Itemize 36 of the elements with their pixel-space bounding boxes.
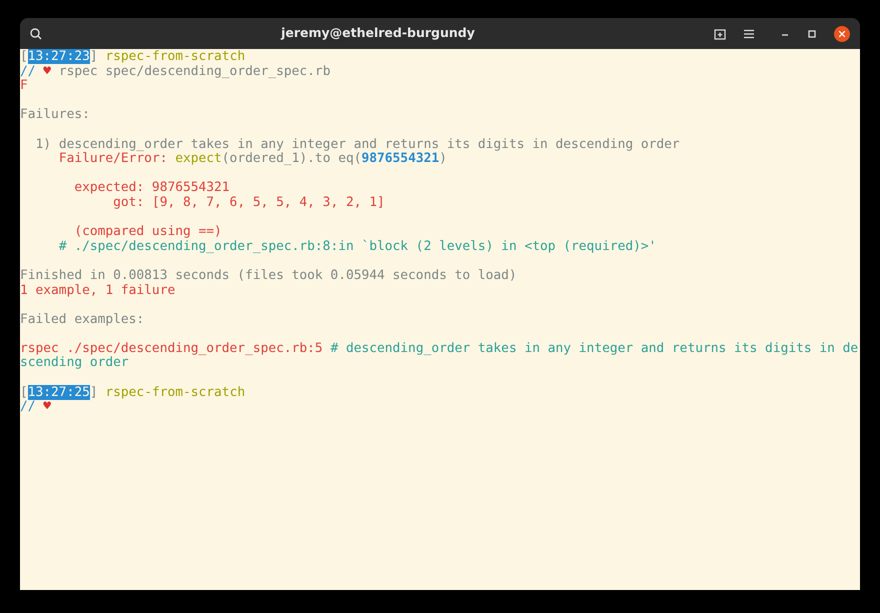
prompt-bracket: ] (90, 49, 99, 64)
output-text: 1) descending_order takes in any integer and returns its digits in descending order (34, 136, 680, 152)
prompt-slashes: // (20, 399, 37, 414)
error-text: F (20, 78, 28, 94)
prompt-bracket: ] (90, 384, 99, 400)
error-text: got: [9, 8, 7, 6, 5, 5, 4, 3, 2, 1] (112, 194, 385, 210)
output-text: Failed examples: (20, 312, 144, 327)
error-text: Failure/Error: (58, 151, 168, 166)
prompt-text: rspec-from-scratch (105, 49, 246, 64)
output-text: Finished in 0.00813 seconds (files took 0.05944 seconds to load) (20, 268, 517, 283)
maximize-icon[interactable] (807, 28, 817, 38)
menu-icon[interactable] (743, 28, 755, 38)
comment-text: # ./spec/descending_order_spec.rb:8:in `block (2 levels) in <top (required)>' (58, 238, 656, 254)
prompt-time: 13:27:23 (28, 49, 90, 64)
number-text: 9876554321 (362, 151, 440, 166)
heart-glyph: ♥ (43, 399, 52, 414)
failed-example-command: rspec ./spec/descending_order_spec.rb:5 # descending_order takes in any integer and returns its digits in descending order (20, 342, 860, 372)
window-title: jeremy@ethelred-burgundy (281, 24, 475, 42)
prompt-text: expect (174, 151, 222, 166)
prompt-bracket: [ (20, 384, 28, 400)
close-icon (838, 30, 846, 38)
prompt-bracket: [ (20, 49, 28, 64)
output-text: rspec spec/descending_order_spec.rb (58, 64, 330, 79)
new-tab-icon[interactable] (714, 28, 726, 40)
prompt-text: rspec-from-scratch (105, 384, 246, 400)
output-text: ) (439, 151, 447, 166)
search-icon[interactable] (30, 28, 42, 40)
output-text: (ordered_1).to eq( (222, 151, 362, 166)
error-text: expected: 9876554321 (73, 180, 230, 196)
error-text: (compared using ==) (73, 224, 222, 240)
prompt-slashes: // (20, 64, 37, 79)
heart-glyph: ♥ (43, 64, 52, 79)
prompt-time: 13:27:25 (28, 384, 90, 400)
error-text: 1 example, 1 failure (20, 282, 176, 298)
close-button[interactable] (834, 26, 850, 42)
output-text: Failures: (20, 107, 90, 122)
